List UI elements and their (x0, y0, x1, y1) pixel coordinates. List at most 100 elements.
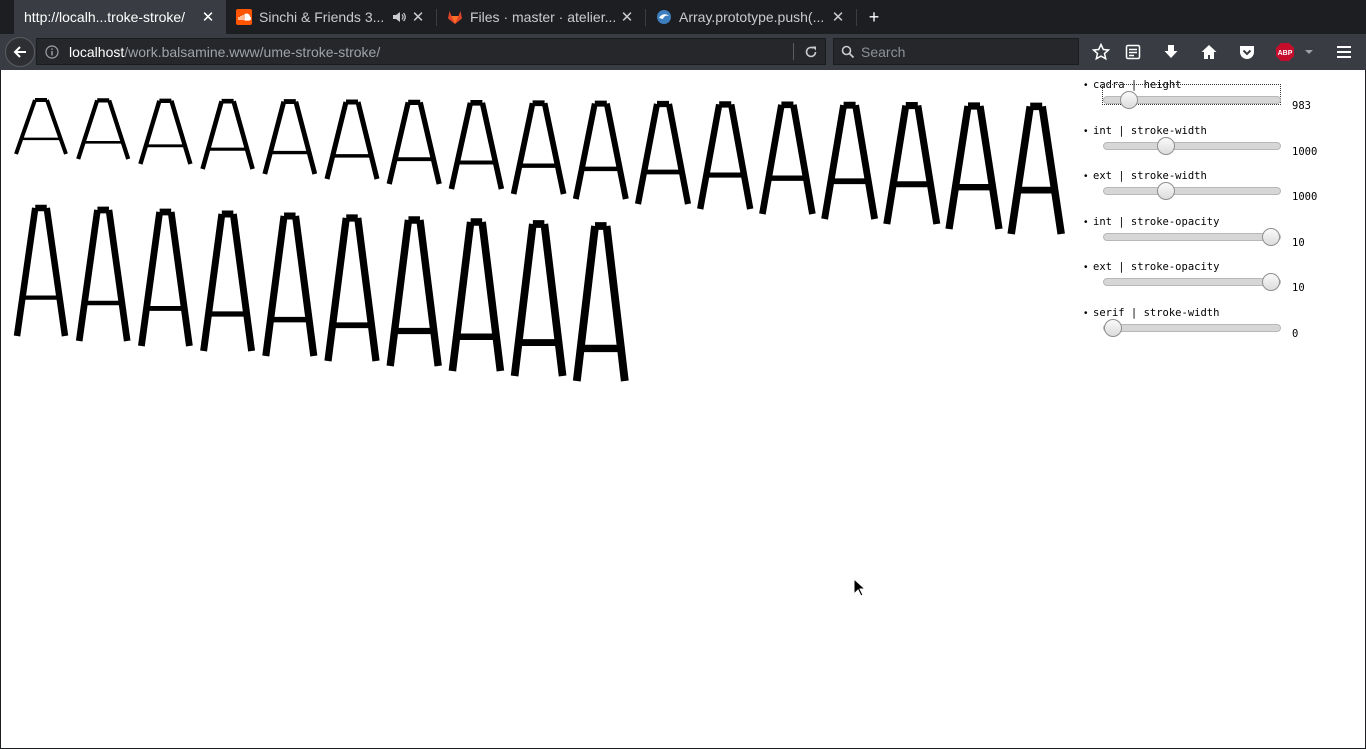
glyph-a-stems (386, 216, 442, 367)
glyph-a (572, 222, 629, 382)
tab-title: http://localh...troke-stroke/ (24, 9, 186, 25)
slider-thumb[interactable] (1119, 91, 1138, 109)
glyph-a-stems (138, 98, 193, 165)
control-label: int | stroke-width (1093, 124, 1207, 137)
soundcloud-icon (236, 9, 252, 25)
glyph-a-stems (572, 100, 629, 200)
control-row: • ext | stroke-opacity 10 (1081, 260, 1351, 306)
tab-title: Files · master · atelier... (470, 9, 615, 25)
slider-thumb[interactable] (1156, 182, 1175, 201)
glyph-a (324, 99, 380, 180)
glyph-a-stems (324, 214, 380, 362)
glyph-a-stems (448, 100, 505, 190)
glyph-a-stems (386, 99, 442, 185)
glyph-a (448, 100, 505, 190)
url-path: /work.balsamine.www/ume-stroke-stroke/ (124, 43, 381, 60)
url-bar[interactable]: localhost/work.balsamine.www/ume-stroke-… (36, 38, 826, 65)
glyph-specimen (13, 98, 1065, 382)
glyph-a-stems (324, 99, 380, 180)
chevron-down-icon[interactable] (1298, 41, 1320, 63)
url-text[interactable]: localhost/work.balsamine.www/ume-stroke-… (63, 44, 380, 60)
glyph-a (13, 204, 69, 337)
glyph-a (821, 101, 878, 220)
close-icon[interactable]: ✕ (830, 8, 846, 26)
control-value: 10 (1292, 282, 1305, 295)
home-icon[interactable] (1198, 41, 1220, 63)
glyph-a-stems (1007, 102, 1065, 235)
range-slider[interactable] (1103, 136, 1281, 155)
bullet: • (1084, 80, 1088, 91)
glyph-a-stems (200, 210, 256, 352)
search-bar[interactable]: Search (833, 38, 1079, 65)
range-slider[interactable] (1103, 91, 1281, 109)
tab-mdn[interactable]: Array.prototype.push(... ✕ (646, 0, 856, 34)
speaker-icon[interactable] (392, 10, 406, 24)
adblock-plus-icon[interactable]: ABP (1274, 41, 1296, 63)
control-row: • cadra | height 983 (1081, 78, 1351, 124)
glyph-a (572, 100, 629, 200)
close-icon[interactable]: ✕ (200, 8, 216, 26)
tab-separator (856, 9, 857, 26)
control-value: 1000 (1292, 191, 1318, 204)
glyph-a-stems (448, 218, 505, 372)
new-tab-button[interactable]: + (864, 0, 884, 34)
slider-thumb[interactable] (1262, 227, 1281, 246)
range-slider[interactable] (1103, 318, 1281, 337)
control-row: • serif | stroke-width 0 (1081, 306, 1351, 352)
tab-bar: http://localh...troke-stroke/ ✕ Sinchi &… (0, 0, 1366, 34)
glyph-a (386, 216, 442, 367)
glyph-a (1007, 102, 1065, 235)
close-icon[interactable]: ✕ (410, 8, 426, 26)
back-arrow-icon (13, 46, 26, 58)
glyph-a (200, 210, 256, 352)
glyph-a (510, 220, 567, 377)
download-icon[interactable] (1160, 41, 1182, 63)
reading-list-icon[interactable] (1122, 41, 1144, 63)
glyph-a (324, 214, 380, 362)
glyph-a-stems (634, 100, 692, 205)
glyph-a-stems (138, 208, 193, 347)
tab-localhost[interactable]: http://localh...troke-stroke/ ✕ (14, 0, 226, 34)
glyph-a-stems (510, 100, 567, 195)
tab-gitlab[interactable]: Files · master · atelier... ✕ (437, 0, 645, 34)
glyph-a (759, 101, 816, 215)
glyph-a (262, 99, 318, 175)
glyph-a (200, 98, 255, 170)
search-placeholder: Search (861, 43, 906, 60)
bullet: • (1084, 125, 1088, 137)
glyph-a-stems (883, 102, 941, 225)
glyph-a (510, 100, 567, 195)
close-icon[interactable]: ✕ (619, 8, 635, 26)
search-icon (841, 45, 855, 58)
reload-icon[interactable] (801, 42, 821, 62)
nav-bar: localhost/work.balsamine.www/ume-stroke-… (0, 34, 1366, 70)
back-button[interactable] (5, 37, 35, 67)
pocket-icon[interactable] (1236, 41, 1258, 63)
glyph-a (883, 102, 941, 225)
slider-thumb[interactable] (1103, 318, 1122, 337)
info-icon[interactable] (41, 44, 63, 59)
glyph-a (14, 98, 68, 155)
slider-thumb[interactable] (1262, 273, 1281, 292)
glyph-a (262, 212, 318, 357)
glyph-a-stems (821, 101, 878, 220)
glyph-a-stems (13, 204, 69, 337)
slider-thumb[interactable] (1156, 136, 1175, 155)
range-slider[interactable] (1103, 182, 1281, 201)
bullet: • (1084, 307, 1088, 319)
glyph-a (697, 101, 754, 210)
glyph-a-stems (510, 220, 567, 377)
hamburger-menu-icon[interactable] (1333, 41, 1355, 63)
glyph-a-stems (945, 102, 1003, 230)
range-slider[interactable] (1103, 273, 1281, 292)
page-content: • cadra | height 983 • int | stroke-width 100… (0, 70, 1366, 749)
glyph-a (76, 98, 131, 160)
glyph-a-stems (262, 99, 318, 175)
glyph-a (138, 208, 193, 347)
range-slider[interactable] (1103, 227, 1281, 246)
tab-soundcloud[interactable]: Sinchi & Friends 3... ✕ (226, 0, 436, 34)
control-label: ext | stroke-opacity (1093, 261, 1220, 274)
control-label: ext | stroke-width (1093, 170, 1207, 183)
glyph-a-stems (76, 98, 131, 160)
bookmark-star-icon[interactable] (1090, 41, 1112, 63)
